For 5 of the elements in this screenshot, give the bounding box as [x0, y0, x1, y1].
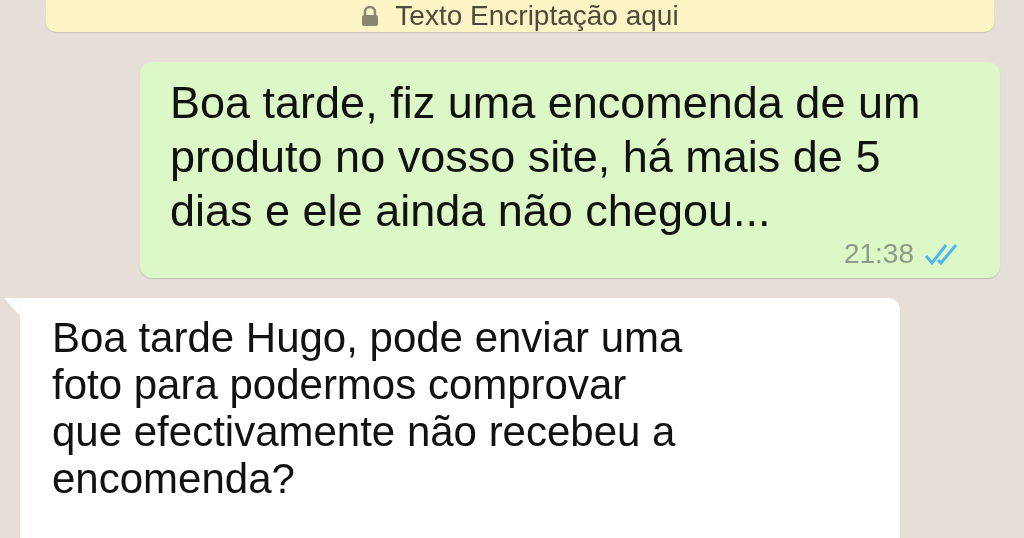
message-time: 21:38: [843, 238, 914, 270]
message-text: Boa tarde Hugo, pode enviar uma foto para podermos comprovar que efectivamente não recebeu a encomenda?: [52, 314, 684, 502]
message-text: Boa tarde, fiz uma encomenda de um produto no vosso site, há mais de 5 dias e ele ainda não chegou...: [170, 76, 922, 238]
lock-icon: [361, 6, 380, 26]
notice-text: Texto Encriptação aqui: [395, 0, 679, 32]
